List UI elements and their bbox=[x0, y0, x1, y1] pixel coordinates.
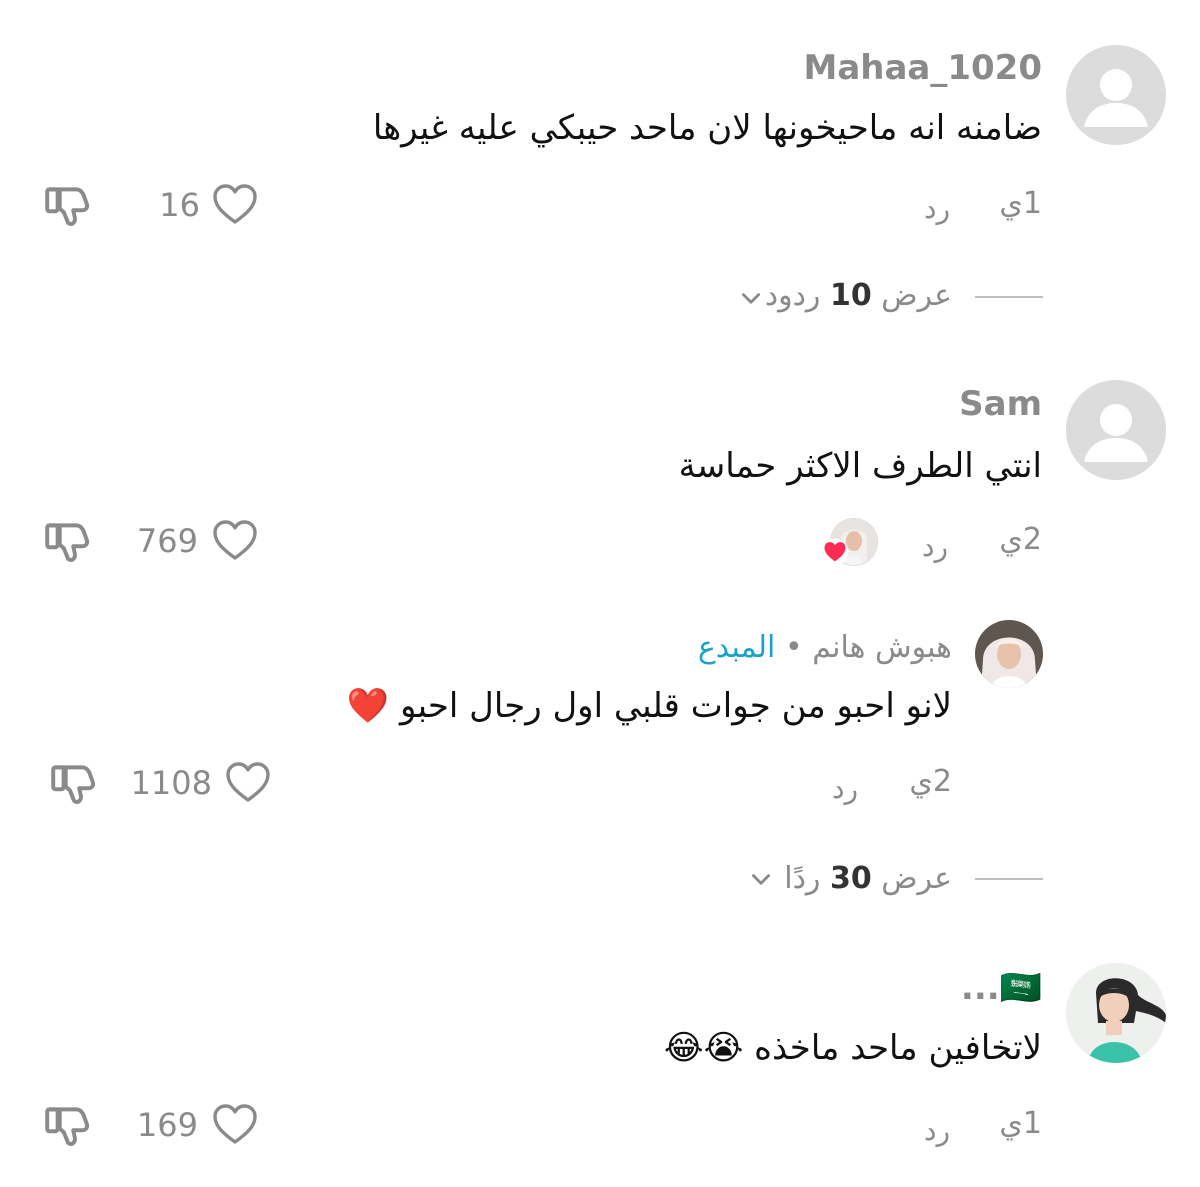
chevron-down-icon[interactable] bbox=[738, 286, 764, 312]
chevron-down-icon[interactable] bbox=[748, 867, 774, 893]
red-heart-badge bbox=[821, 538, 849, 566]
avatar[interactable] bbox=[1066, 963, 1166, 1063]
view-replies-prefix: عرض bbox=[881, 278, 952, 313]
comment-text: ضامنه انه ماحيخونها لان ماحد حيبكي عليه … bbox=[372, 108, 1042, 148]
heart-outline-icon[interactable] bbox=[211, 517, 259, 565]
reply-button[interactable]: رد bbox=[922, 530, 948, 563]
comment-username[interactable]: هبوش هانم bbox=[812, 630, 952, 665]
thumbs-down-icon[interactable] bbox=[42, 1100, 92, 1150]
comment-text: لاتخافين ماحد ماخذه 😭😂 bbox=[663, 1028, 1042, 1068]
like-count: 169 bbox=[136, 1106, 198, 1144]
view-replies-suffix: ردود bbox=[764, 278, 821, 313]
replies-divider bbox=[975, 878, 1043, 880]
view-replies-suffix: ردًا bbox=[784, 861, 821, 896]
comment-username[interactable]: Mahaa_1020 bbox=[804, 48, 1043, 88]
creator-badge: المبدع bbox=[697, 630, 776, 665]
heart-outline-icon[interactable] bbox=[211, 1101, 259, 1149]
reply-button[interactable]: رد bbox=[832, 772, 858, 805]
heart-outline-icon[interactable] bbox=[211, 181, 259, 229]
comment-username[interactable]: ...🇸🇦 bbox=[961, 968, 1042, 1008]
comment-timestamp: 2ي bbox=[999, 522, 1042, 557]
view-replies-label[interactable]: عرض 30 ردًا bbox=[784, 861, 952, 896]
view-replies-label[interactable]: عرض 10 ردود bbox=[765, 278, 952, 313]
avatar[interactable] bbox=[975, 620, 1043, 688]
comment-username[interactable]: Sam bbox=[959, 384, 1042, 424]
replies-count: 10 bbox=[829, 278, 872, 313]
like-count: 769 bbox=[136, 522, 198, 560]
comment-timestamp: 2ي bbox=[909, 764, 952, 799]
user-avatar-image bbox=[1066, 963, 1166, 1063]
view-replies-prefix: عرض bbox=[881, 861, 952, 896]
reply-button[interactable]: رد bbox=[924, 1114, 950, 1147]
replies-count: 30 bbox=[829, 861, 872, 896]
user-avatar-image bbox=[975, 620, 1043, 688]
separator-dot: • bbox=[784, 630, 803, 665]
thumbs-down-icon[interactable] bbox=[42, 516, 92, 566]
avatar[interactable] bbox=[1066, 380, 1166, 480]
comment-header: هبوش هانم • المبدع bbox=[698, 630, 952, 665]
comment-text: لانو احبو من جوات قلبي اول رجال احبو ❤️ bbox=[346, 686, 952, 726]
default-avatar-icon bbox=[1066, 380, 1166, 480]
replies-divider bbox=[975, 296, 1043, 298]
comment-timestamp: 1ي bbox=[999, 186, 1042, 221]
like-count: 16 bbox=[159, 186, 200, 224]
comment-text: انتي الطرف الاكثر حماسة bbox=[678, 446, 1042, 486]
avatar[interactable] bbox=[1066, 45, 1166, 145]
thumbs-down-icon[interactable] bbox=[42, 180, 92, 230]
default-avatar-icon bbox=[1066, 45, 1166, 145]
like-count: 1108 bbox=[130, 764, 212, 802]
comment-timestamp: 1ي bbox=[999, 1106, 1042, 1141]
heart-outline-icon[interactable] bbox=[224, 759, 272, 807]
thumbs-down-icon[interactable] bbox=[48, 758, 98, 808]
reply-button[interactable]: رد bbox=[924, 192, 950, 225]
